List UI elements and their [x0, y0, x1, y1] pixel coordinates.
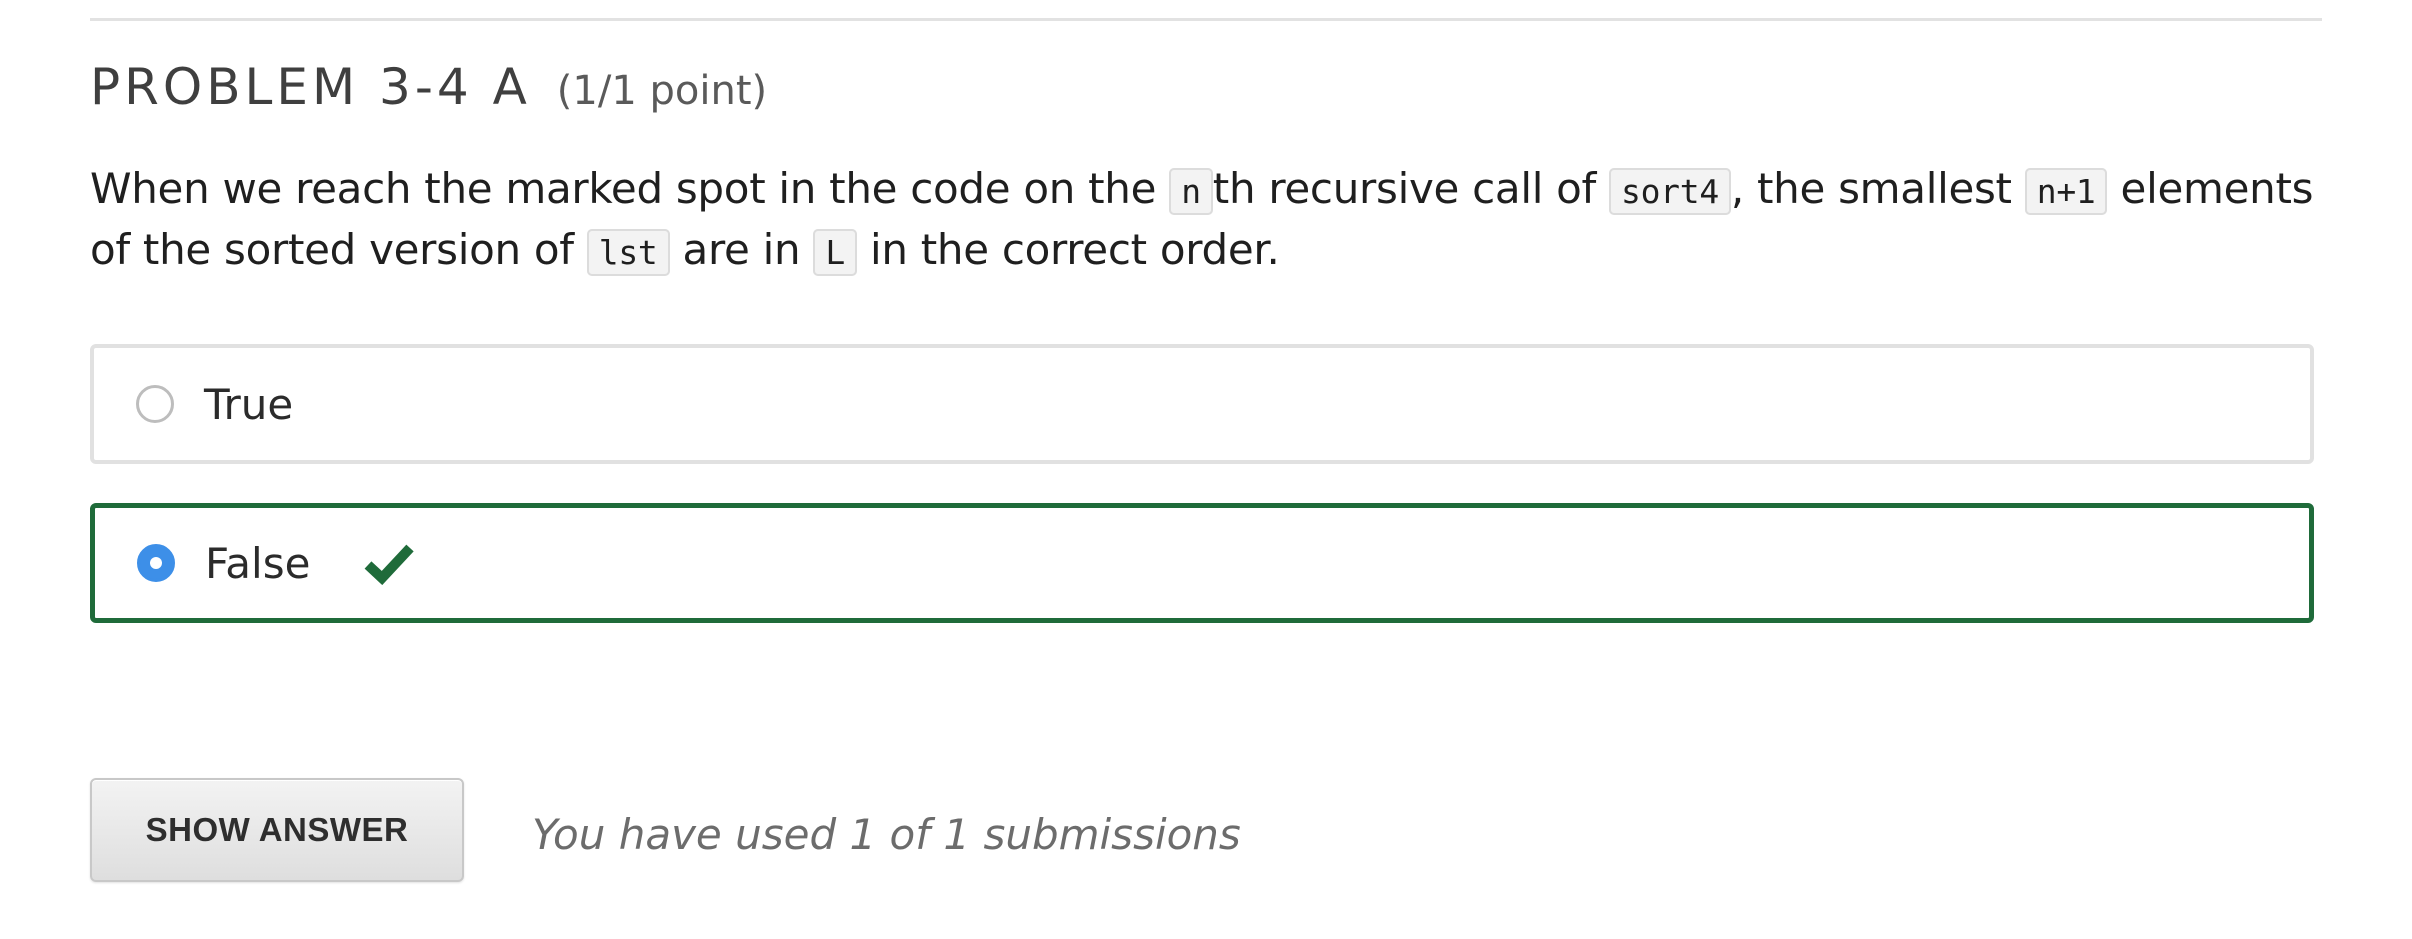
show-answer-button[interactable]: SHOW ANSWER	[90, 778, 464, 882]
problem-header: PROBLEM 3-4 A (1/1 point)	[90, 58, 767, 116]
problem-title: PROBLEM 3-4 A	[90, 58, 531, 116]
radio-checked-icon[interactable]	[137, 544, 175, 582]
inline-code: lst	[586, 229, 670, 276]
question-text: When we reach the marked spot in the cod…	[90, 160, 2322, 282]
choice-false[interactable]: False	[90, 503, 2314, 623]
question-text-part: When we reach the marked spot in the cod…	[90, 164, 1170, 213]
choice-label: False	[205, 538, 311, 588]
checkmark-icon	[365, 544, 415, 585]
question-text-part: th recursive call of	[1212, 164, 1610, 213]
choice-true[interactable]: True	[90, 344, 2314, 464]
inline-code: n+1	[2024, 168, 2108, 215]
inline-code: L	[813, 229, 857, 276]
radio-empty-icon[interactable]	[136, 385, 174, 423]
choice-label: True	[204, 379, 294, 429]
section-divider	[90, 18, 2322, 21]
question-text-part: in the correct order.	[856, 225, 1280, 274]
submissions-status: You have used 1 of 1 submissions	[532, 810, 1241, 859]
question-text-part: are in	[669, 225, 814, 274]
inline-code: sort4	[1609, 168, 1731, 215]
inline-code: n	[1169, 168, 1213, 215]
question-text-part: , the smallest	[1730, 164, 2025, 213]
problem-score: (1/1 point)	[556, 68, 768, 114]
